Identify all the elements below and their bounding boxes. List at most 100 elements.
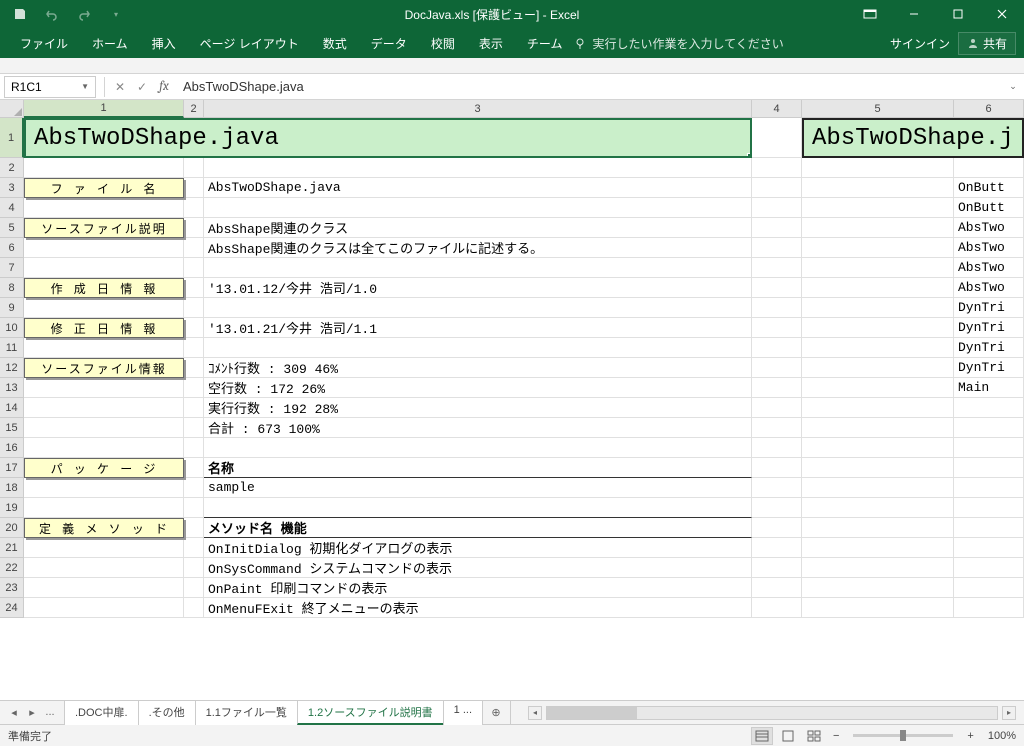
cell-r5c1[interactable]: ソースファイル説明 (24, 218, 184, 238)
cell-r3c5[interactable] (802, 178, 954, 198)
cell-r2c4[interactable] (752, 158, 802, 178)
cell-r11c3[interactable] (204, 338, 752, 358)
cell-r9c1[interactable] (24, 298, 184, 318)
row-header-10[interactable]: 10 (0, 318, 24, 338)
close-icon[interactable] (980, 0, 1024, 28)
cell-r21c6[interactable] (954, 538, 1024, 558)
cell-r22c4[interactable] (752, 558, 802, 578)
row-header-3[interactable]: 3 (0, 178, 24, 198)
row-header-22[interactable]: 22 (0, 558, 24, 578)
cell-r6c1[interactable] (24, 238, 184, 258)
cell-r11c5[interactable] (802, 338, 954, 358)
cell-r12c5[interactable] (802, 358, 954, 378)
tab-insert[interactable]: 挿入 (140, 28, 188, 58)
cell-r5c5[interactable] (802, 218, 954, 238)
cell-r5c4[interactable] (752, 218, 802, 238)
cell-r20c2[interactable] (184, 518, 204, 538)
cell-r14c1[interactable] (24, 398, 184, 418)
cell-r10c3[interactable]: '13.01.21/今井 浩司/1.1 (204, 318, 752, 338)
save-icon[interactable] (6, 2, 34, 26)
cell-r9c6[interactable]: DynTri (954, 298, 1024, 318)
cell-r17c6[interactable] (954, 458, 1024, 478)
row-header-7[interactable]: 7 (0, 258, 24, 278)
cell-r4c5[interactable] (802, 198, 954, 218)
cell-r18c6[interactable] (954, 478, 1024, 498)
cell-r12c2[interactable] (184, 358, 204, 378)
cell-r3c1[interactable]: フ ァ イ ル 名 (24, 178, 184, 198)
cell-r8c3[interactable]: '13.01.12/今井 浩司/1.0 (204, 278, 752, 298)
tell-me-search[interactable]: 実行したい作業を入力してください (574, 35, 783, 52)
sign-in-link[interactable]: サインイン (890, 35, 950, 52)
minimize-icon[interactable] (892, 0, 936, 28)
cell-r11c2[interactable] (184, 338, 204, 358)
hscroll-track[interactable] (546, 706, 998, 720)
cell-r7c2[interactable] (184, 258, 204, 278)
cell-r10c5[interactable] (802, 318, 954, 338)
cell-r2c5[interactable] (802, 158, 954, 178)
cell-r15c4[interactable] (752, 418, 802, 438)
cell-r17c5[interactable] (802, 458, 954, 478)
cell-r7c1[interactable] (24, 258, 184, 278)
hscroll-thumb[interactable] (547, 707, 637, 719)
qat-customize-icon[interactable]: ▾ (102, 2, 130, 26)
cell-r10c1[interactable]: 修 正 日 情 報 (24, 318, 184, 338)
cell-r24c3[interactable]: OnMenuFExit 終了メニューの表示 (204, 598, 752, 618)
cell-r23c1[interactable] (24, 578, 184, 598)
cell-r6c4[interactable] (752, 238, 802, 258)
cell-r16c3[interactable] (204, 438, 752, 458)
row-header-1[interactable]: 1 (0, 118, 24, 158)
cell-r2c6[interactable] (954, 158, 1024, 178)
cell-r7c3[interactable] (204, 258, 752, 278)
cell-r5c2[interactable] (184, 218, 204, 238)
row-header-2[interactable]: 2 (0, 158, 24, 178)
sheet-tab-2[interactable]: 1.1ファイル一覧 (195, 700, 298, 725)
row-header-13[interactable]: 13 (0, 378, 24, 398)
cell-r23c4[interactable] (752, 578, 802, 598)
cell-r24c1[interactable] (24, 598, 184, 618)
row-header-6[interactable]: 6 (0, 238, 24, 258)
cell-r7c5[interactable] (802, 258, 954, 278)
row-header-15[interactable]: 15 (0, 418, 24, 438)
col-header-5[interactable]: 5 (802, 100, 954, 118)
cell-r20c5[interactable] (802, 518, 954, 538)
cell-r23c6[interactable] (954, 578, 1024, 598)
sheet-tab-4[interactable]: 1 ... (443, 700, 483, 725)
tab-file[interactable]: ファイル (8, 28, 80, 58)
row-header-5[interactable]: 5 (0, 218, 24, 238)
cell-r21c1[interactable] (24, 538, 184, 558)
cell-r21c2[interactable] (184, 538, 204, 558)
ribbon-options-icon[interactable] (848, 0, 892, 28)
expand-formula-bar-icon[interactable]: ⌄ (1002, 81, 1024, 92)
col-header-4[interactable]: 4 (752, 100, 802, 118)
cell-r15c6[interactable] (954, 418, 1024, 438)
cell-r21c5[interactable] (802, 538, 954, 558)
cell-r6c2[interactable] (184, 238, 204, 258)
cell-r8c6[interactable]: AbsTwo (954, 278, 1024, 298)
cell-r17c1[interactable]: パ ッ ケ ー ジ (24, 458, 184, 478)
cell-r15c3[interactable]: 合計 : 673 100% (204, 418, 752, 438)
cell-r1c1[interactable]: AbsTwoDShape.java (24, 118, 752, 158)
row-header-21[interactable]: 21 (0, 538, 24, 558)
cell-r13c2[interactable] (184, 378, 204, 398)
tab-nav-more[interactable]: ... (42, 706, 58, 719)
col-header-6[interactable]: 6 (954, 100, 1024, 118)
cell-r16c6[interactable] (954, 438, 1024, 458)
cell-r19c4[interactable] (752, 498, 802, 518)
cell-r12c4[interactable] (752, 358, 802, 378)
cell-r10c2[interactable] (184, 318, 204, 338)
cell-r13c3[interactable]: 空行数 : 172 26% (204, 378, 752, 398)
cell-r20c4[interactable] (752, 518, 802, 538)
tab-team[interactable]: チーム (515, 28, 575, 58)
row-header-19[interactable]: 19 (0, 498, 24, 518)
cell-r5c6[interactable]: AbsTwo (954, 218, 1024, 238)
cell-r19c2[interactable] (184, 498, 204, 518)
tab-nav-prev-icon[interactable]: ◂ (6, 706, 22, 719)
redo-icon[interactable] (70, 2, 98, 26)
cell-r11c6[interactable]: DynTri (954, 338, 1024, 358)
row-header-11[interactable]: 11 (0, 338, 24, 358)
undo-icon[interactable] (38, 2, 66, 26)
chevron-down-icon[interactable]: ▼ (81, 82, 89, 91)
cell-r17c2[interactable] (184, 458, 204, 478)
cell-r14c5[interactable] (802, 398, 954, 418)
cell-r4c3[interactable] (204, 198, 752, 218)
